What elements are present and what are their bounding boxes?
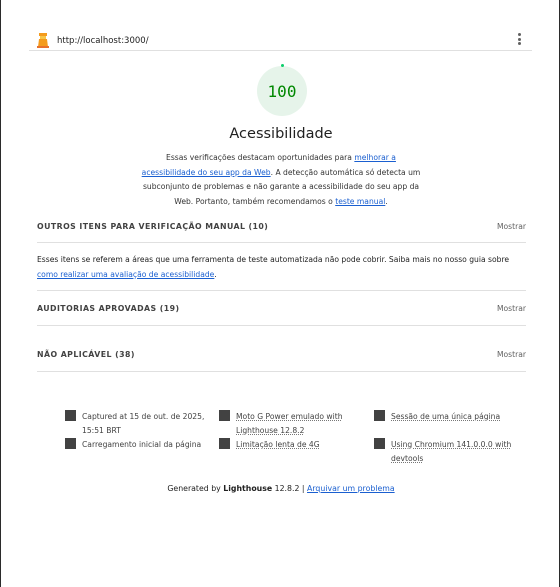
divider	[37, 325, 526, 326]
manual-checks-label: OUTROS ITENS PARA VERIFICAÇÃO MANUAL (10…	[37, 222, 269, 231]
report-footer: Generated by Lighthouse 12.8.2 | Arquiva…	[1, 484, 560, 493]
footer-product: Lighthouse	[223, 484, 273, 493]
env-initial-load-text: Carregamento inicial da página	[82, 440, 202, 449]
browser-icon	[374, 438, 385, 449]
report-url: http://localhost:3000/	[57, 36, 149, 46]
env-device-text[interactable]: Moto G Power emulado with Lighthouse 12.…	[236, 410, 361, 437]
category-description: Essas verificações destacam oportunidade…	[139, 151, 423, 209]
manual-testing-link[interactable]: teste manual	[335, 197, 385, 206]
report-topbar: http://localhost:3000/	[29, 28, 532, 51]
env-captured-text: Captured at 15 de out. de 2025, 15:51 BR…	[82, 412, 205, 435]
lighthouse-logo-icon	[37, 33, 49, 48]
divider	[37, 371, 526, 372]
manual-desc-text-1: Esses itens se referem a áreas que uma f…	[37, 255, 510, 264]
more-options-icon[interactable]	[516, 33, 522, 47]
manual-checks-description: Esses itens se referem a áreas que uma f…	[37, 253, 527, 282]
env-throttling-text[interactable]: Limitação lenta de 4G	[236, 438, 361, 452]
network-icon	[219, 438, 230, 449]
session-icon	[374, 410, 385, 421]
passed-audits-toggle[interactable]: Mostrar	[497, 304, 526, 313]
score-gauge: 100	[257, 64, 307, 116]
calendar-icon	[65, 410, 76, 421]
manual-checks-header[interactable]: OUTROS ITENS PARA VERIFICAÇÃO MANUAL (10…	[37, 218, 526, 238]
divider	[37, 242, 526, 243]
footer-version: 12.8.2 |	[272, 484, 308, 493]
desc-text-3: .	[385, 196, 388, 206]
passed-audits-label: AUDITORIAS APROVADAS (19)	[37, 304, 180, 313]
gauge-score: 100	[267, 82, 297, 101]
divider	[37, 290, 526, 291]
not-applicable-toggle[interactable]: Mostrar	[497, 350, 526, 359]
not-applicable-label: NÃO APLICÁVEL (38)	[37, 350, 135, 359]
footer-generated-by: Generated by	[167, 484, 224, 493]
not-applicable-header[interactable]: NÃO APLICÁVEL (38) Mostrar	[37, 346, 526, 366]
manual-checks-toggle[interactable]: Mostrar	[497, 222, 526, 231]
gauge-marker	[280, 64, 284, 67]
env-browser-text[interactable]: Using Chromium 141.0.0.0 with devtools	[391, 438, 516, 465]
manual-desc-text-2: .	[214, 269, 217, 279]
report-frame: http://localhost:3000/ 100 Acessibilidad…	[0, 0, 560, 587]
desc-text-1: Essas verificações destacam oportunidade…	[166, 153, 355, 162]
device-icon	[219, 410, 230, 421]
passed-audits-header[interactable]: AUDITORIAS APROVADAS (19) Mostrar	[37, 300, 526, 320]
page-load-icon	[65, 438, 76, 449]
file-issue-link[interactable]: Arquivar um problema	[307, 484, 395, 493]
accessibility-review-link[interactable]: como realizar uma avaliação de acessibil…	[37, 270, 214, 279]
env-session-text[interactable]: Sessão de uma única página	[391, 410, 521, 424]
category-title: Acessibilidade	[229, 126, 333, 142]
